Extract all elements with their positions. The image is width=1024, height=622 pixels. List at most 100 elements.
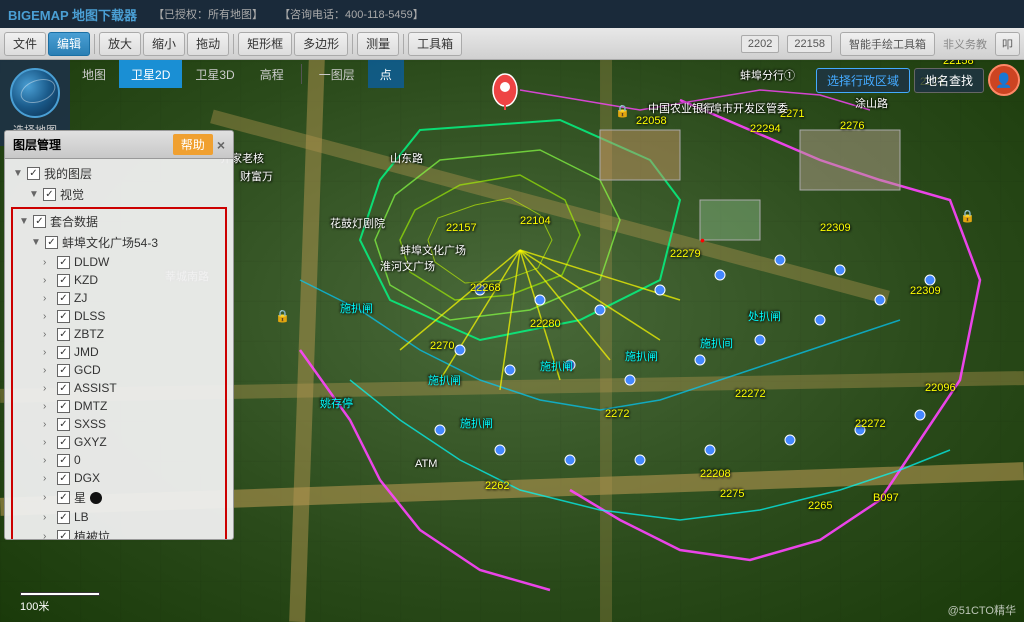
- place-search-btn[interactable]: 地名查找: [914, 68, 984, 93]
- user-avatar[interactable]: 👤: [988, 64, 1020, 96]
- layer-overlay-data[interactable]: ▼ 套合数据: [15, 211, 223, 232]
- smart-tools-btn[interactable]: 智能手绘工具箱: [840, 32, 935, 56]
- layer-panel-title-text: 图层管理: [13, 136, 61, 153]
- tab-elevation[interactable]: 高程: [248, 60, 296, 88]
- edit-menu-btn[interactable]: 编辑: [48, 32, 90, 56]
- arrow-DGX: ›: [43, 473, 53, 484]
- titlebar: BIGEMAP 地图下载器 【已授权：所有地图】 【咨询电话：400-118-5…: [0, 0, 1024, 28]
- label-my-layers: 我的图层: [44, 165, 92, 182]
- arrow-GXYZ: ›: [43, 437, 53, 448]
- layer-item-JMD[interactable]: › JMD: [39, 343, 223, 361]
- expand-venue-icon: ▼: [31, 237, 41, 248]
- arrow-vegetation: ›: [43, 531, 53, 539]
- polygon-btn[interactable]: 多边形: [294, 32, 348, 56]
- arrow-ASSIST: ›: [43, 383, 53, 394]
- svg-text:🔒: 🔒: [960, 209, 975, 223]
- layer-item-SXSS[interactable]: › SXSS: [39, 415, 223, 433]
- zoom-out-btn[interactable]: 缩小: [143, 32, 185, 56]
- arrow-DLDW: ›: [43, 257, 53, 268]
- layer-item-DMTZ[interactable]: › DMTZ: [39, 397, 223, 415]
- measure-btn[interactable]: 测量: [357, 32, 399, 56]
- checkbox-DMTZ[interactable]: [57, 400, 70, 413]
- rect-btn[interactable]: 矩形框: [238, 32, 292, 56]
- checkbox-my-layers[interactable]: [27, 167, 40, 180]
- toolbar-separator-1: [94, 34, 95, 54]
- tab-map[interactable]: 地图: [70, 60, 118, 88]
- layer-my-layers[interactable]: ▼ 我的图层: [9, 163, 229, 184]
- layer-item-GXYZ[interactable]: › GXYZ: [39, 433, 223, 451]
- arrow-SXSS: ›: [43, 419, 53, 430]
- layer-item-DLDW[interactable]: › DLDW: [39, 253, 223, 271]
- checkbox-LB[interactable]: [57, 511, 70, 524]
- layer-close-btn[interactable]: ×: [217, 137, 225, 153]
- checkbox-star[interactable]: [57, 491, 70, 504]
- toolbar-number-1: 2202: [741, 35, 779, 53]
- checkbox-venue[interactable]: [45, 236, 58, 249]
- file-menu-btn[interactable]: 文件: [4, 32, 46, 56]
- overlay-data-section: ▼ 套合数据 ▼ 蚌埠文化广场54-3 › DLDW › KZD: [11, 207, 227, 539]
- expand-visual-icon: ▼: [29, 189, 39, 200]
- layer-item-vegetation[interactable]: › 植被垃: [39, 526, 223, 539]
- svg-text:🔒: 🔒: [615, 104, 630, 118]
- checkbox-visual[interactable]: [43, 188, 56, 201]
- label-ASSIST: ASSIST: [74, 381, 117, 395]
- arrow-0: ›: [43, 455, 53, 466]
- svg-text:•: •: [700, 232, 705, 248]
- layer-item-KZD[interactable]: › KZD: [39, 271, 223, 289]
- tab-point[interactable]: 点: [368, 60, 404, 88]
- checkbox-vegetation[interactable]: [57, 530, 70, 539]
- tools-btn[interactable]: 工具箱: [408, 32, 462, 56]
- checkbox-DGX[interactable]: [57, 472, 70, 485]
- drag-btn[interactable]: 拖动: [187, 32, 229, 56]
- checkbox-overlay-data[interactable]: [33, 215, 46, 228]
- checkbox-0[interactable]: [57, 454, 70, 467]
- checkbox-DLDW[interactable]: [57, 256, 70, 269]
- tab-layer[interactable]: 一图层: [307, 60, 367, 88]
- layer-item-ZBTZ[interactable]: › ZBTZ: [39, 325, 223, 343]
- layer-help-btn[interactable]: 帮助: [173, 134, 213, 155]
- tab-satellite-3d[interactable]: 卫星3D: [183, 60, 246, 88]
- checkbox-KZD[interactable]: [57, 274, 70, 287]
- checkbox-ASSIST[interactable]: [57, 382, 70, 395]
- label-DLSS: DLSS: [74, 309, 105, 323]
- checkbox-DLSS[interactable]: [57, 310, 70, 323]
- label-venue: 蚌埠文化广场54-3: [62, 234, 158, 251]
- layer-item-ZJ[interactable]: › ZJ: [39, 289, 223, 307]
- label-vegetation: 植被垃: [74, 528, 110, 539]
- layer-item-DGX[interactable]: › DGX: [39, 469, 223, 487]
- arrow-JMD: ›: [43, 347, 53, 358]
- arrow-DMTZ: ›: [43, 401, 53, 412]
- layer-venue[interactable]: ▼ 蚌埠文化广场54-3: [27, 232, 223, 253]
- checkbox-GXYZ[interactable]: [57, 436, 70, 449]
- checkbox-ZBTZ[interactable]: [57, 328, 70, 341]
- layer-item-0[interactable]: › 0: [39, 451, 223, 469]
- label-star: 星: [74, 489, 86, 506]
- globe-icon[interactable]: [10, 68, 60, 118]
- arrow-GCD: ›: [43, 365, 53, 376]
- license-info: 【已授权：所有地图】: [153, 6, 263, 22]
- checkbox-GCD[interactable]: [57, 364, 70, 377]
- label-visual: 视觉: [60, 186, 84, 203]
- checkbox-JMD[interactable]: [57, 346, 70, 359]
- label-ZBTZ: ZBTZ: [74, 327, 104, 341]
- zoom-in-btn[interactable]: 放大: [99, 32, 141, 56]
- layer-item-LB[interactable]: › LB: [39, 508, 223, 526]
- region-select-btn[interactable]: 选择行政区域: [816, 68, 910, 93]
- layer-item-DLSS[interactable]: › DLSS: [39, 307, 223, 325]
- contact-info: 【咨询电话：400-118-5459】: [279, 6, 424, 22]
- expand-overlay-icon: ▼: [19, 216, 29, 227]
- layer-item-star[interactable]: › 星: [39, 487, 223, 508]
- copyright: @51CTO精华: [948, 602, 1016, 618]
- checkbox-ZJ[interactable]: [57, 292, 70, 305]
- arrow-LB: ›: [43, 512, 53, 523]
- layer-item-ASSIST[interactable]: › ASSIST: [39, 379, 223, 397]
- scale-label: 100米: [20, 598, 100, 614]
- label-SXSS: SXSS: [74, 417, 106, 431]
- toolbar-end-btn[interactable]: 叩: [995, 32, 1020, 56]
- layer-item-GCD[interactable]: › GCD: [39, 361, 223, 379]
- top-right-controls: 选择行政区域 地名查找 👤: [812, 60, 1024, 100]
- checkbox-SXSS[interactable]: [57, 418, 70, 431]
- tab-satellite-2d[interactable]: 卫星2D: [119, 60, 182, 88]
- layer-visual[interactable]: ▼ 视觉: [25, 184, 229, 205]
- label-ZJ: ZJ: [74, 291, 87, 305]
